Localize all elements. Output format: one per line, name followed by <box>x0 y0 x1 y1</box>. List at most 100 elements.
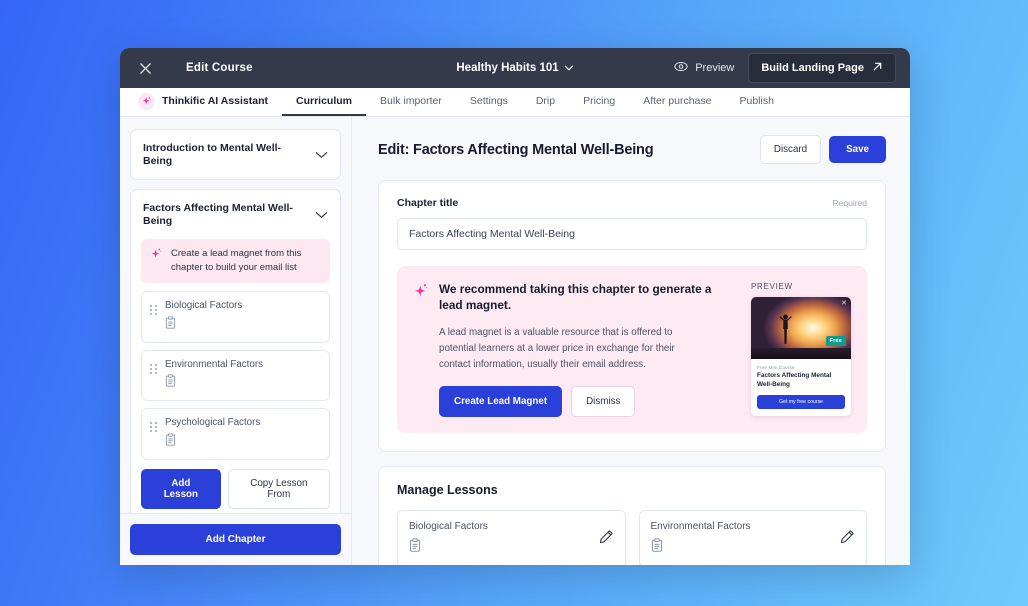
sparkle-icon <box>413 282 430 304</box>
close-icon[interactable] <box>134 57 156 79</box>
clipboard-icon <box>165 374 263 392</box>
lesson-card-environmental-factors[interactable]: Environmental Factors <box>638 510 867 565</box>
lead-magnet-tip-text: Create a lead magnet from this chapter t… <box>171 248 302 274</box>
chapter-title: Factors Affecting Mental Well-Being <box>143 202 293 227</box>
topbar-actions: Preview Build Landing Page <box>674 53 896 83</box>
lesson-card-biological-factors[interactable]: Biological Factors <box>397 510 626 565</box>
tab-curriculum[interactable]: Curriculum <box>282 88 367 116</box>
drag-handle-icon[interactable] <box>150 300 158 315</box>
tab-label: Settings <box>469 95 508 107</box>
tab-after-purchase[interactable]: After purchase <box>629 88 725 116</box>
header-actions: Discard Save <box>759 135 886 164</box>
build-landing-page-button[interactable]: Build Landing Page <box>748 53 896 83</box>
tab-pricing[interactable]: Pricing <box>569 88 629 116</box>
person-silhouette-icon <box>779 314 792 344</box>
chapter-factors-affecting-mental-well-being[interactable]: Factors Affecting Mental Well-Being Crea… <box>130 189 341 513</box>
preview-label: PREVIEW <box>751 282 793 291</box>
list-item[interactable]: Psychological Factors <box>141 408 330 461</box>
list-item[interactable]: Biological Factors <box>141 290 330 343</box>
tab-label: Bulk importer <box>380 95 442 107</box>
lesson-name: Environmental Factors <box>650 521 751 533</box>
sidebar-footer: Add Chapter <box>120 513 351 565</box>
add-lesson-button[interactable]: Add Lesson <box>141 469 221 510</box>
promo-description: A lead magnet is a valuable resource tha… <box>439 326 675 370</box>
build-landing-page-label: Build Landing Page <box>761 62 864 74</box>
drag-handle-icon[interactable] <box>150 417 158 433</box>
hero-ground <box>751 348 851 359</box>
lesson-name: Biological Factors <box>409 521 488 533</box>
preview-button[interactable]: Preview <box>674 61 734 75</box>
clipboard-icon <box>651 538 751 557</box>
lesson-card-body: Biological Factors <box>409 521 488 557</box>
preview-hero-image: ✕ Free <box>751 297 851 359</box>
tab-label: Drip <box>535 95 556 107</box>
arrow-up-right-icon <box>872 61 883 75</box>
eye-icon <box>674 61 688 75</box>
tab-drip[interactable]: Drip <box>522 88 569 116</box>
lesson-body: Psychological Factors <box>165 417 260 451</box>
promo-header: We recommend taking this chapter to gene… <box>413 282 737 314</box>
manage-lessons-panel: Manage Lessons Biological Factors Enviro… <box>378 466 886 565</box>
lesson-name: Psychological Factors <box>165 417 261 429</box>
chevron-down-icon[interactable] <box>315 206 328 224</box>
sidebar-scroll-area[interactable]: Introduction to Mental Well-Being Factor… <box>120 117 351 513</box>
top-bar: Edit Course Healthy Habits 101 Preview B… <box>120 48 910 88</box>
preview-eyebrow: Free Mini Course <box>757 365 795 370</box>
lesson-name: Biological Factors <box>165 299 243 311</box>
chapter-header[interactable]: Introduction to Mental Well-Being <box>131 130 340 179</box>
create-lead-magnet-button[interactable]: Create Lead Magnet <box>439 386 563 418</box>
chapter-title-label-row: Chapter title Required <box>397 197 867 209</box>
chevron-down-icon[interactable] <box>315 146 328 164</box>
lesson-list: Biological Factors Environmental Factors <box>131 290 340 461</box>
tab-label: Curriculum <box>296 95 353 107</box>
manage-lessons-grid: Biological Factors Environmental Factors <box>397 510 867 565</box>
free-badge: Free <box>825 336 846 346</box>
add-chapter-button[interactable]: Add Chapter <box>130 524 341 555</box>
sparkle-icon <box>150 247 163 265</box>
curriculum-sidebar: Introduction to Mental Well-Being Factor… <box>120 117 352 565</box>
tab-publish[interactable]: Publish <box>726 88 788 116</box>
tab-bulk-importer[interactable]: Bulk importer <box>366 88 456 116</box>
course-name: Healthy Habits 101 <box>456 62 559 74</box>
course-selector[interactable]: Healthy Habits 101 <box>456 62 574 74</box>
app-window: Edit Course Healthy Habits 101 Preview B… <box>120 48 910 565</box>
discard-button[interactable]: Discard <box>759 135 822 164</box>
chapter-introduction-to-mental-well-being[interactable]: Introduction to Mental Well-Being <box>130 129 341 181</box>
lead-magnet-promo-card: We recommend taking this chapter to gene… <box>397 266 867 434</box>
tab-label: After purchase <box>643 95 712 107</box>
chapter-header[interactable]: Factors Affecting Mental Well-Being <box>131 190 340 239</box>
promo-actions: Create Lead Magnet Dismiss <box>439 386 737 418</box>
body-split: Introduction to Mental Well-Being Factor… <box>120 117 910 565</box>
tab-bar: Thinkific AI Assistant Curriculum Bulk i… <box>120 88 910 117</box>
tab-label: Publish <box>739 95 774 107</box>
tab-settings[interactable]: Settings <box>456 88 522 116</box>
lesson-body: Biological Factors <box>165 300 242 334</box>
preview-title: Factors Affecting Mental Well-Being <box>757 372 832 388</box>
promo-preview: PREVIEW ✕ Free Free Mini Course Factors … <box>751 282 851 417</box>
clipboard-icon <box>165 316 242 334</box>
dismiss-button[interactable]: Dismiss <box>571 386 636 418</box>
lesson-card-body: Environmental Factors <box>651 521 751 557</box>
lead-magnet-tip[interactable]: Create a lead magnet from this chapter t… <box>141 239 330 283</box>
clipboard-icon <box>409 538 488 557</box>
tab-thinkific-ai-assistant[interactable]: Thinkific AI Assistant <box>132 88 282 116</box>
topbar-title: Edit Course <box>186 62 253 74</box>
tab-label: Pricing <box>583 95 616 107</box>
save-button[interactable]: Save <box>829 136 886 163</box>
chapter-title-input[interactable] <box>397 218 867 250</box>
copy-lesson-from-button[interactable]: Copy Lesson From <box>227 469 330 510</box>
manage-lessons-title: Manage Lessons <box>397 483 498 498</box>
chevron-down-icon <box>564 62 574 74</box>
clipboard-icon <box>165 433 260 451</box>
list-item[interactable]: Environmental Factors <box>141 349 330 402</box>
required-indicator: Required <box>832 198 868 208</box>
close-icon[interactable]: ✕ <box>841 300 847 307</box>
lesson-name: Environmental Factors <box>165 358 264 370</box>
lesson-body: Environmental Factors <box>165 359 263 393</box>
preview-cta-button[interactable]: Get my free course <box>757 395 845 410</box>
drag-handle-icon[interactable] <box>150 359 158 374</box>
main-content: Edit: Factors Affecting Mental Well-Bein… <box>352 117 910 565</box>
promo-left: We recommend taking this chapter to gene… <box>413 282 737 418</box>
pencil-icon[interactable] <box>840 529 855 549</box>
pencil-icon[interactable] <box>599 529 614 549</box>
